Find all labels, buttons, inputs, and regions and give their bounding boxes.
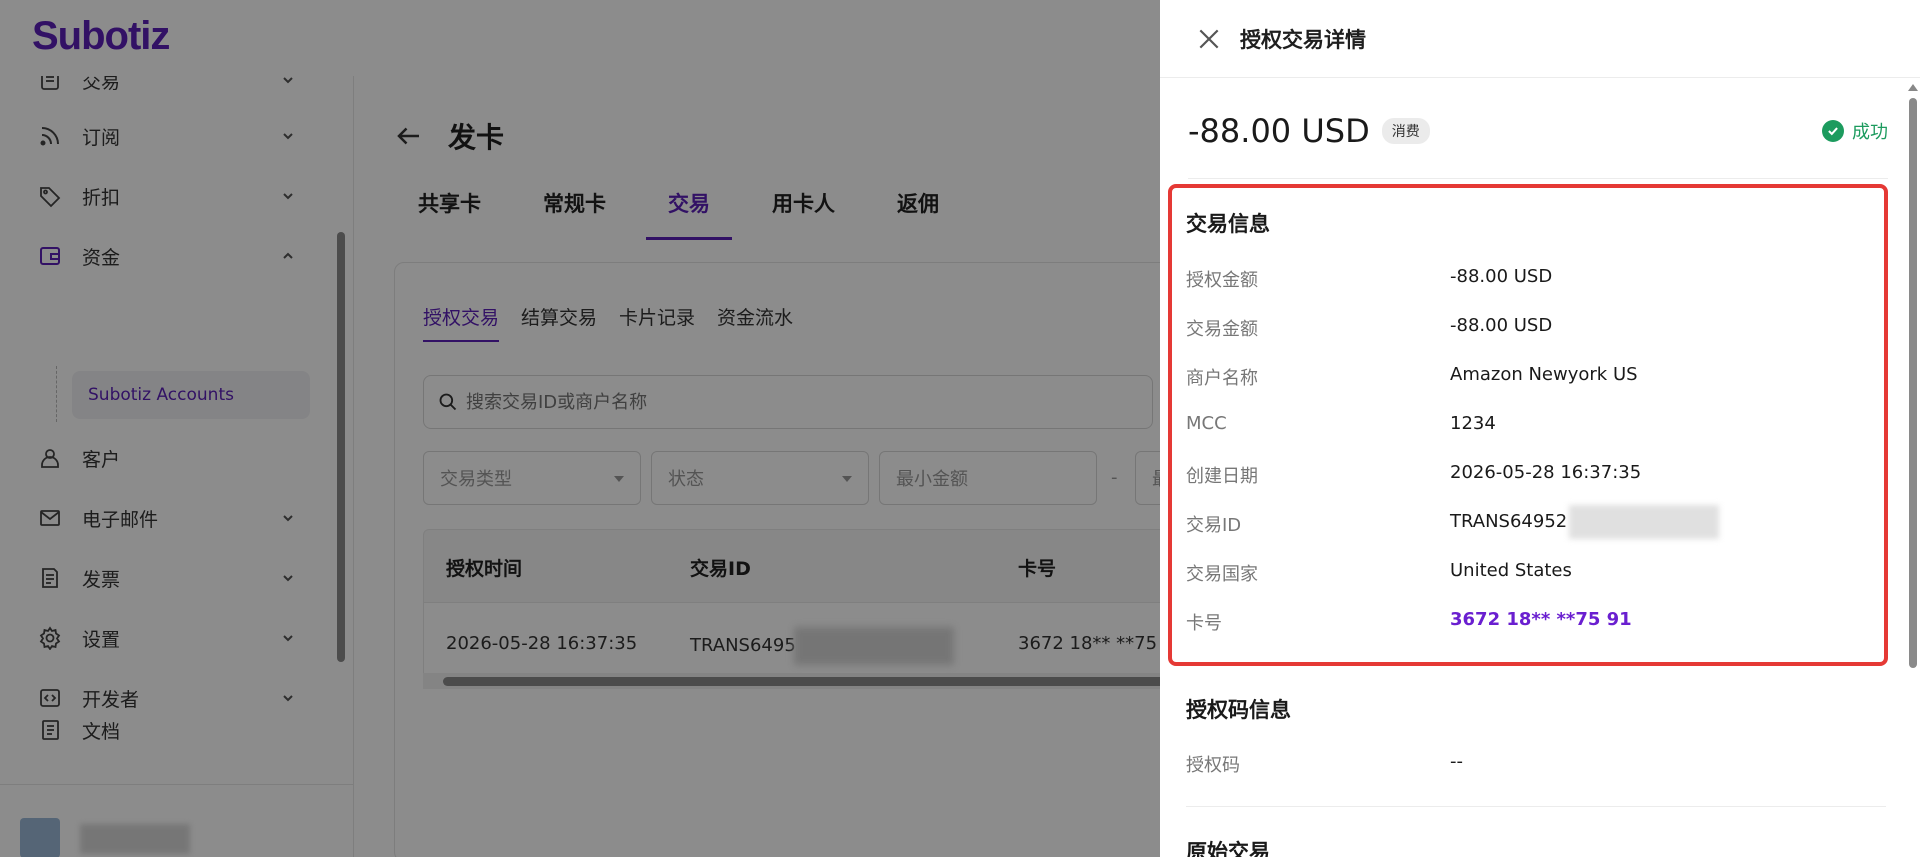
field-merchant-name: 商户名称 Amazon Newyork US xyxy=(1186,364,1866,394)
field-label: MCC xyxy=(1186,413,1227,434)
field-mcc: MCC 1234 xyxy=(1186,413,1866,443)
field-transaction-country: 交易国家 United States xyxy=(1186,560,1866,590)
field-auth-code: 授权码 -- xyxy=(1186,751,1866,781)
field-label: 创建日期 xyxy=(1186,466,1258,487)
field-label: 交易ID xyxy=(1186,515,1242,536)
field-value: 2026-05-28 16:37:35 xyxy=(1450,462,1642,483)
modal-backdrop[interactable] xyxy=(0,0,1160,857)
field-label: 交易金额 xyxy=(1186,319,1258,340)
field-label: 卡号 xyxy=(1186,613,1222,634)
detail-drawer: 授权交易详情 -88.00 USD 消费 成功 交易信息 授权金额 -88.00… xyxy=(1160,0,1920,857)
field-value: 1234 xyxy=(1450,413,1496,434)
transaction-id-text: TRANS64952 xyxy=(1450,511,1568,532)
drawer-scrollbar[interactable] xyxy=(1906,78,1920,857)
divider xyxy=(1186,806,1886,807)
field-value: -88.00 USD xyxy=(1450,266,1553,287)
status-badge: 成功 xyxy=(1822,118,1888,144)
field-label: 交易国家 xyxy=(1186,564,1258,585)
status-text: 成功 xyxy=(1852,122,1888,143)
scrollbar-thumb[interactable] xyxy=(1909,98,1917,668)
amount-row: -88.00 USD 消费 成功 xyxy=(1188,106,1888,156)
field-value: TRANS64952 xyxy=(1450,505,1720,539)
card-number-link[interactable]: 3672 18** **75 91 xyxy=(1450,609,1632,630)
divider xyxy=(1188,178,1888,179)
section-title-auth-code-info: 授权码信息 xyxy=(1186,698,1291,722)
field-label: 授权码 xyxy=(1186,755,1240,776)
field-value: United States xyxy=(1450,560,1572,581)
scroll-up-icon[interactable] xyxy=(1908,84,1918,91)
transaction-amount: -88.00 USD xyxy=(1188,112,1370,150)
field-card-number: 卡号 3672 18** **75 91 xyxy=(1186,609,1866,639)
field-value: -- xyxy=(1450,751,1463,772)
redacted-block xyxy=(1569,505,1720,539)
section-title-transaction-info: 交易信息 xyxy=(1186,212,1270,236)
field-created-date: 创建日期 2026-05-28 16:37:35 xyxy=(1186,462,1866,492)
field-value: Amazon Newyork US xyxy=(1450,364,1638,385)
close-icon[interactable] xyxy=(1196,26,1222,52)
field-label: 商户名称 xyxy=(1186,368,1258,389)
check-circle-icon xyxy=(1822,120,1844,142)
section-title-original-transaction: 原始交易 xyxy=(1186,840,1270,857)
drawer-header: 授权交易详情 xyxy=(1160,0,1920,78)
field-value: -88.00 USD xyxy=(1450,315,1553,336)
field-transaction-amount: 交易金额 -88.00 USD xyxy=(1186,315,1866,345)
drawer-title: 授权交易详情 xyxy=(1240,27,1366,52)
field-label: 授权金额 xyxy=(1186,270,1258,291)
field-auth-amount: 授权金额 -88.00 USD xyxy=(1186,266,1866,296)
field-transaction-id: 交易ID TRANS64952 xyxy=(1186,505,1866,541)
transaction-type-badge: 消费 xyxy=(1381,118,1430,144)
